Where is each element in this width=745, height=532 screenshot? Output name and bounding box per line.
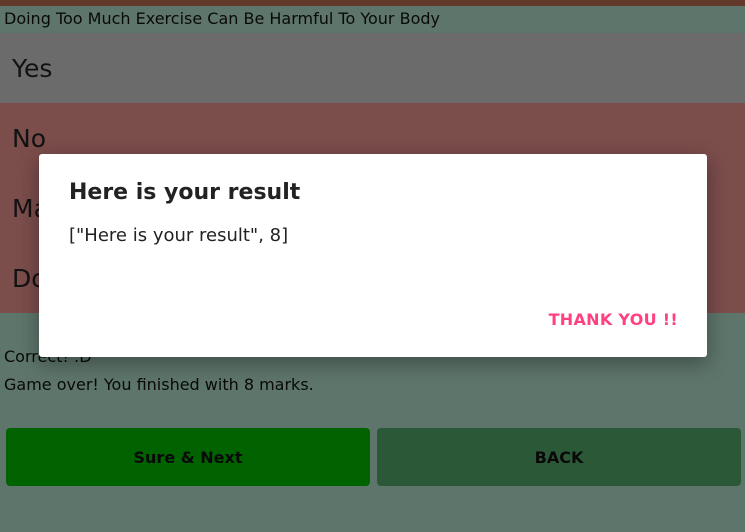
- dialog-message: ["Here is your result", 8]: [69, 225, 289, 246]
- dialog-title: Here is your result: [69, 180, 301, 205]
- quiz-screen: Doing Too Much Exercise Can Be Harmful T…: [0, 0, 745, 532]
- thank-you-button[interactable]: THANK YOU !!: [549, 310, 678, 329]
- result-dialog: Here is your result ["Here is your resul…: [39, 154, 707, 357]
